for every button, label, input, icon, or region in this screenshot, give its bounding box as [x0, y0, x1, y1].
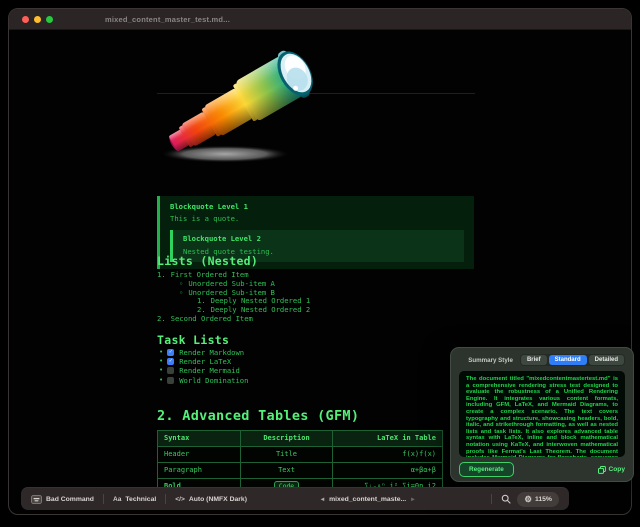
- typography-mode-button[interactable]: Aa Technical: [113, 496, 156, 503]
- telescope-illustration: [161, 50, 313, 163]
- blockquote1-title: Blockquote Level 1: [170, 202, 248, 211]
- task-item: •Render LaTeX: [159, 357, 248, 366]
- divider: [165, 494, 167, 504]
- summary-popup: Summary Style Brief Standard Detailed Th…: [450, 347, 634, 482]
- minimize-button[interactable]: [34, 16, 41, 23]
- copy-button[interactable]: Copy: [597, 465, 625, 474]
- lists-heading: Lists (Nested): [157, 254, 259, 268]
- search-button[interactable]: [501, 494, 511, 504]
- window-title: mixed_content_master_test.md...: [105, 15, 230, 24]
- blockquote2-title: Blockquote Level 2: [183, 234, 261, 244]
- code-icon: </>: [175, 495, 185, 503]
- task-item: • Render Mermaid: [159, 366, 240, 376]
- zoom-window-button[interactable]: [46, 16, 53, 23]
- gear-icon: ⚙: [524, 493, 532, 504]
- theme-selector-button[interactable]: </> Auto (NMFX Dark): [175, 496, 247, 503]
- blockquote1-body: This is a quote.: [170, 214, 240, 224]
- document-navigator: ◂ mixed_content_maste... ▸: [321, 495, 415, 504]
- command-badge-icon: [31, 494, 42, 504]
- close-button[interactable]: [22, 16, 29, 23]
- checkbox-checked-icon[interactable]: [167, 358, 175, 366]
- style-option-brief[interactable]: Brief: [520, 355, 547, 365]
- divider: [102, 494, 104, 504]
- gfm-table: Syntax Description LaTeX in Table Header…: [157, 430, 443, 495]
- table-row: Header Title f(x)f(x): [158, 446, 442, 462]
- bad-command-indicator[interactable]: Bad Command: [31, 494, 94, 504]
- title-bar: mixed_content_master_test.md...: [9, 9, 631, 30]
- style-option-standard[interactable]: Standard: [548, 355, 587, 365]
- previous-document-icon[interactable]: ◂: [321, 495, 324, 503]
- summary-style-row: Summary Style Brief Standard Detailed: [451, 348, 633, 371]
- list-item: 2. Second Ordered Item: [157, 313, 253, 323]
- summary-text: The document titled "mixedcontentmastert…: [459, 371, 625, 457]
- table-header-row: Syntax Description LaTeX in Table: [158, 431, 442, 446]
- table-row: Paragraph Text α+βα+β: [158, 462, 442, 478]
- task-lists-heading: Task Lists: [157, 333, 230, 347]
- summary-style-segmented-control: Brief Standard Detailed: [519, 354, 625, 366]
- next-document-icon[interactable]: ▸: [411, 495, 414, 503]
- regenerate-button[interactable]: Regenerate: [459, 462, 514, 477]
- typography-icon: Aa: [112, 495, 122, 503]
- summary-style-label: Summary Style: [468, 356, 513, 364]
- nested-list: 1. First Ordered Item ◦ Unordered Sub-item…: [157, 270, 457, 324]
- summary-footer: Regenerate Copy: [451, 457, 633, 477]
- task-list: •Render Markdown •Render LaTeX •Render M…: [159, 348, 248, 385]
- divider: [491, 494, 493, 504]
- zoom-level: 115%: [534, 495, 552, 503]
- checkbox-unchecked-icon[interactable]: [167, 376, 175, 384]
- task-item: • World Domination: [159, 375, 249, 385]
- checkbox-unchecked-icon[interactable]: [167, 367, 175, 375]
- status-bar: Bad Command Aa Technical </> Auto (NMFX …: [21, 487, 569, 510]
- zoom-control[interactable]: ⚙ 115%: [517, 491, 559, 507]
- copy-icon: [597, 465, 606, 474]
- style-option-detailed[interactable]: Detailed: [588, 355, 624, 365]
- search-icon: [502, 494, 511, 504]
- checkbox-checked-icon[interactable]: [167, 349, 175, 357]
- tables-heading: 2. Advanced Tables (GFM): [157, 408, 360, 424]
- task-item: •Render Markdown: [159, 348, 248, 357]
- current-document-title: mixed_content_maste...: [329, 495, 407, 503]
